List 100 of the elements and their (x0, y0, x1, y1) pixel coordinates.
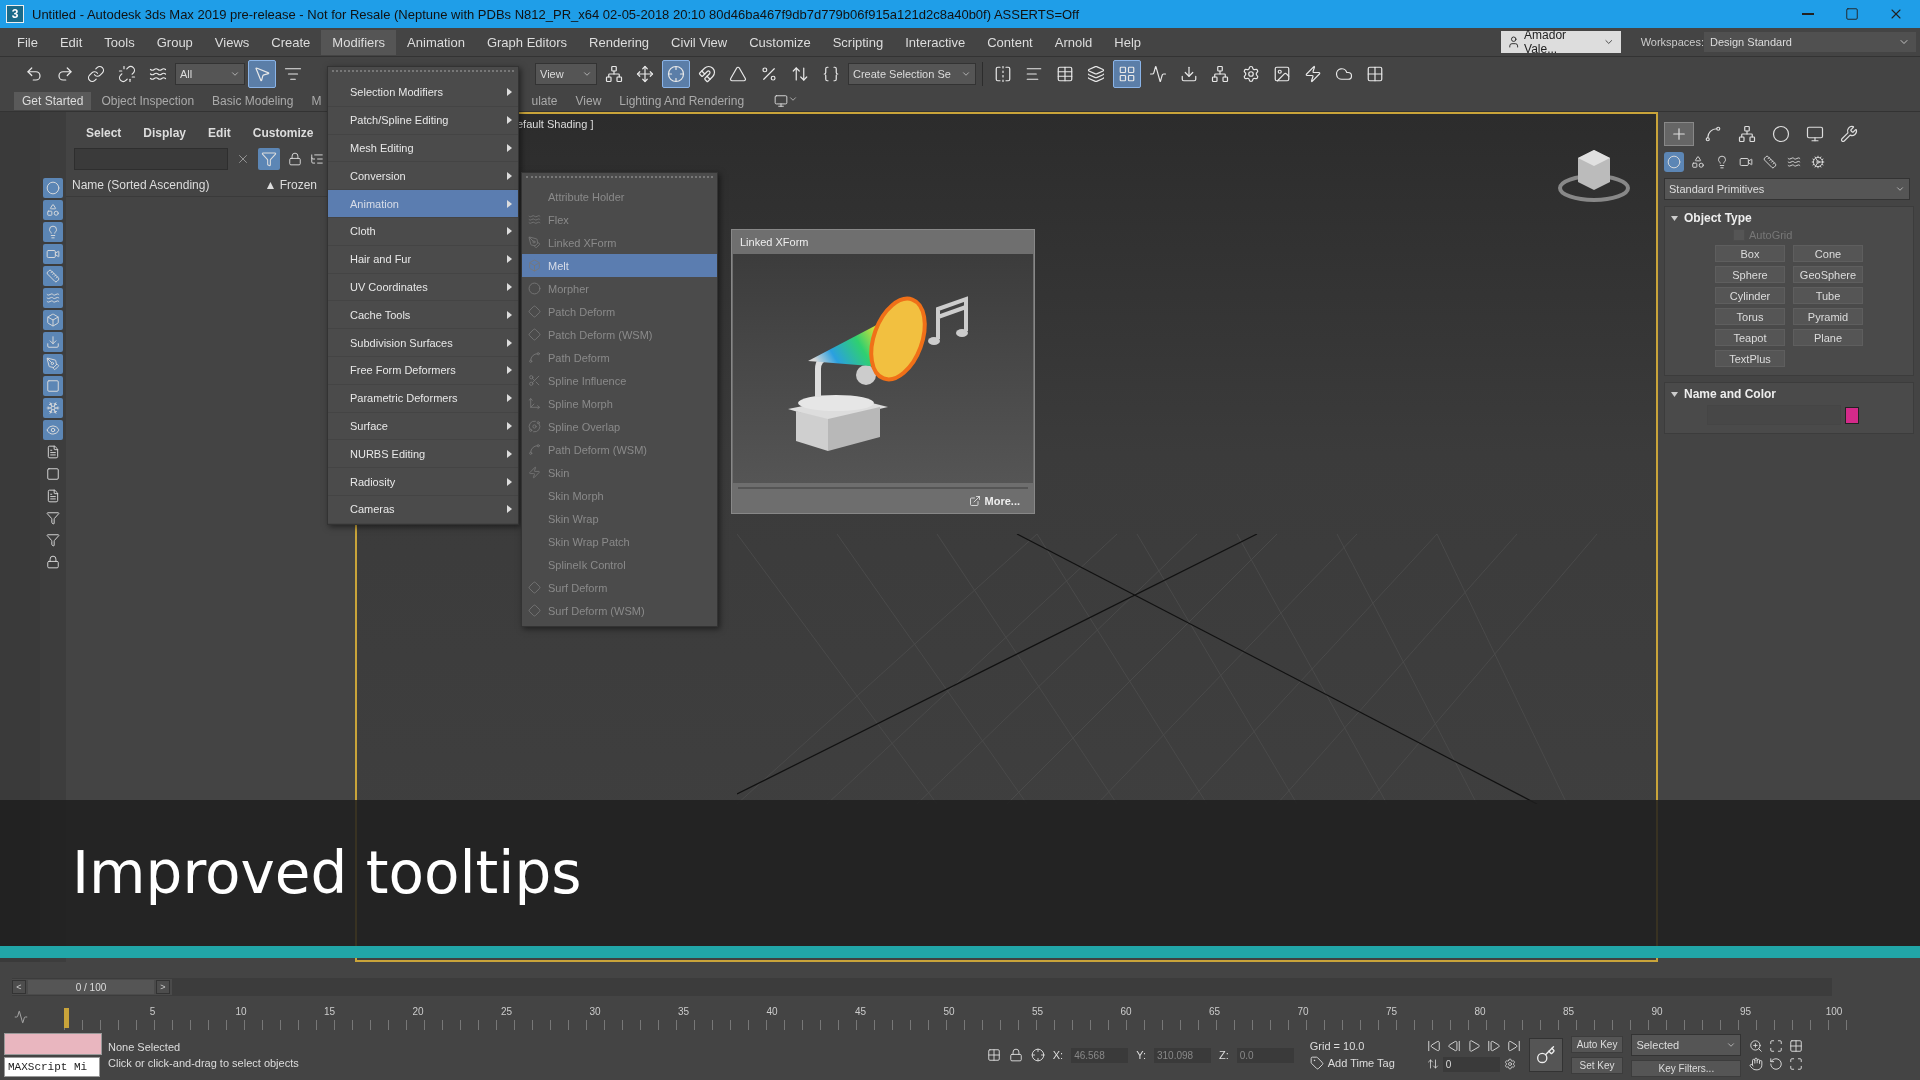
menu-item[interactable]: Parametric Deformers (328, 384, 518, 413)
set-key-button[interactable] (1528, 1038, 1563, 1072)
add-time-tag-link[interactable]: Add Time Tag (1327, 1057, 1395, 1069)
window-title: Untitled - Autodesk 3ds Max 2019 pre-release - Not for Resale (Neptune with PDBs N812_PR_x64 02-05-2018 20:10 80d46ba467f9db7d779b06f915a121d2c8a40b0f) ASSERTS=Off (32, 6, 1081, 22)
menu-item[interactable]: NURBS Editing (328, 440, 518, 469)
more-link[interactable]: More... (968, 495, 1020, 507)
z-coordinate-field[interactable]: 0.0 (1236, 1047, 1294, 1063)
display-filter-button[interactable] (43, 398, 63, 418)
ribbon-tab[interactable]: Basic Modeling (204, 92, 302, 110)
menu-item[interactable]: Subdivision Surfaces (328, 329, 518, 357)
external-link-icon (968, 495, 981, 507)
menu-item[interactable]: Cloth (328, 218, 518, 246)
key-selection-dropdown[interactable]: Selected (1631, 1033, 1742, 1056)
display-filter-button[interactable] (43, 244, 63, 264)
explorer-menu[interactable]: Edit (208, 126, 231, 140)
column-header[interactable]: Name (Sorted Ascending) (72, 178, 265, 192)
ribbon-tab[interactable]: View (567, 92, 610, 110)
menu-item[interactable]: Cache Tools (328, 301, 518, 330)
menu-item[interactable]: Cameras (328, 495, 518, 524)
menu-item[interactable]: Mesh Editing (328, 134, 518, 163)
ribbon-tab[interactable]: Lighting And Rendering (611, 92, 753, 110)
primitive-button[interactable]: Plane (1793, 329, 1863, 346)
maxscript-listener-field[interactable] (4, 1033, 102, 1055)
menu-item[interactable]: Views (203, 29, 261, 55)
auto-key-button[interactable]: Auto Key (1570, 1036, 1624, 1053)
menu-item[interactable]: Animation (328, 190, 518, 218)
menu-item[interactable]: Radiosity (328, 468, 518, 496)
menu-item[interactable]: Interactive (894, 29, 977, 55)
display-filter-button[interactable] (43, 222, 63, 242)
menu-item[interactable]: Surface (328, 412, 518, 441)
ribbon-tab[interactable]: ulate (523, 92, 566, 110)
filter-button[interactable] (258, 148, 280, 170)
primitive-button[interactable]: Sphere (1715, 266, 1785, 283)
reference-coordinate-dropdown[interactable]: View (535, 63, 597, 85)
current-frame-field[interactable]: 0 (1442, 1056, 1500, 1072)
user-account-dropdown[interactable]: Amador Vale... (1500, 31, 1621, 53)
x-coordinate-field[interactable]: 46.568 (1071, 1047, 1129, 1063)
toolbar-button[interactable] (1113, 60, 1141, 88)
menu-item[interactable]: Arnold (1043, 29, 1104, 55)
display-filter-button[interactable] (43, 354, 63, 374)
display-filter-button[interactable] (43, 420, 63, 440)
named-selection-dropdown[interactable]: Create Selection Se (848, 63, 976, 85)
primitive-button[interactable]: Box (1715, 245, 1785, 262)
menu-item[interactable]: Customize (738, 29, 822, 55)
menu-item[interactable]: Civil View (660, 29, 739, 55)
menu-item[interactable]: Hair and Fur (328, 245, 518, 274)
document-icon (46, 489, 60, 503)
explorer-menu[interactable]: Display (143, 126, 187, 140)
menu-item[interactable]: Graph Editors (475, 29, 579, 55)
menu-item[interactable]: Help (1103, 29, 1153, 55)
set-key-mode-button[interactable]: Set Key (1570, 1057, 1624, 1074)
primitive-button[interactable]: TextPlus (1715, 350, 1785, 367)
rollout-title[interactable]: Object Type (1684, 211, 1752, 225)
time-slider-track[interactable]: < 0 / 100 > (12, 978, 1832, 996)
menu-item[interactable]: Modifiers (321, 29, 397, 55)
explorer-menu[interactable]: Customize (252, 126, 314, 140)
maximize-icon (1845, 7, 1859, 21)
selection-filter-dropdown[interactable]: All (175, 63, 245, 85)
menu-item[interactable]: Edit (48, 29, 94, 55)
menu-item[interactable]: Create (260, 29, 322, 55)
menu-item[interactable]: Free Form Deformers (328, 356, 518, 385)
explorer-menu[interactable]: Select (86, 126, 122, 140)
time-config-icon (1426, 1058, 1439, 1070)
menu-item[interactable]: Selection Modifiers (328, 79, 518, 107)
object-color-swatch[interactable] (1845, 406, 1859, 424)
menu-item[interactable]: Tools (93, 29, 146, 55)
display-filter-button[interactable] (43, 310, 63, 330)
primitive-type-dropdown[interactable]: Standard Primitives (1664, 178, 1910, 200)
previous-frame-button[interactable]: < (12, 980, 26, 994)
maxscript-mini-listener[interactable]: MAXScript Mi (4, 1057, 100, 1077)
ribbon-tab[interactable]: M (303, 92, 330, 110)
display-filter-button[interactable] (43, 178, 63, 198)
y-coordinate-field[interactable]: 310.098 (1153, 1047, 1211, 1063)
menu-item[interactable]: Animation (396, 29, 476, 55)
rollout-title[interactable]: Name and Color (1684, 387, 1776, 401)
next-frame-button[interactable]: > (156, 980, 170, 994)
menu-item[interactable]: Rendering (578, 29, 661, 55)
primitive-button[interactable]: Cylinder (1715, 287, 1785, 304)
menu-item[interactable]: File (6, 29, 49, 55)
primitive-button[interactable]: Tube (1793, 287, 1863, 304)
primitive-button[interactable]: Pyramid (1793, 308, 1863, 325)
table-icon (1056, 65, 1074, 83)
ribbon-tab[interactable]: Get Started (14, 92, 92, 110)
primitive-button[interactable]: Cone (1793, 245, 1863, 262)
key-filters-button[interactable]: Key Filters... (1631, 1059, 1742, 1077)
primitive-button[interactable]: Teapot (1715, 329, 1785, 346)
clear-icon (236, 152, 250, 166)
workspace-dropdown[interactable]: Design Standard (1704, 32, 1916, 52)
menu-item[interactable]: Scripting (821, 29, 895, 55)
primitive-button[interactable]: Torus (1715, 308, 1785, 325)
menu-item[interactable]: Group (145, 29, 204, 55)
column-header[interactable]: ▲ Frozen (264, 178, 317, 192)
menu-item[interactable]: UV Coordinates (328, 273, 518, 302)
menu-item[interactable]: Patch/Spline Editing (328, 106, 518, 135)
primitive-button[interactable]: GeoSphere (1793, 266, 1863, 283)
plus-icon (1670, 125, 1688, 143)
time-slider-thumb[interactable]: < 0 / 100 > (12, 979, 172, 995)
menu-item[interactable]: Content (976, 29, 1044, 55)
category-button[interactable] (1664, 152, 1684, 172)
ribbon-tab[interactable]: Object Inspection (93, 92, 203, 110)
